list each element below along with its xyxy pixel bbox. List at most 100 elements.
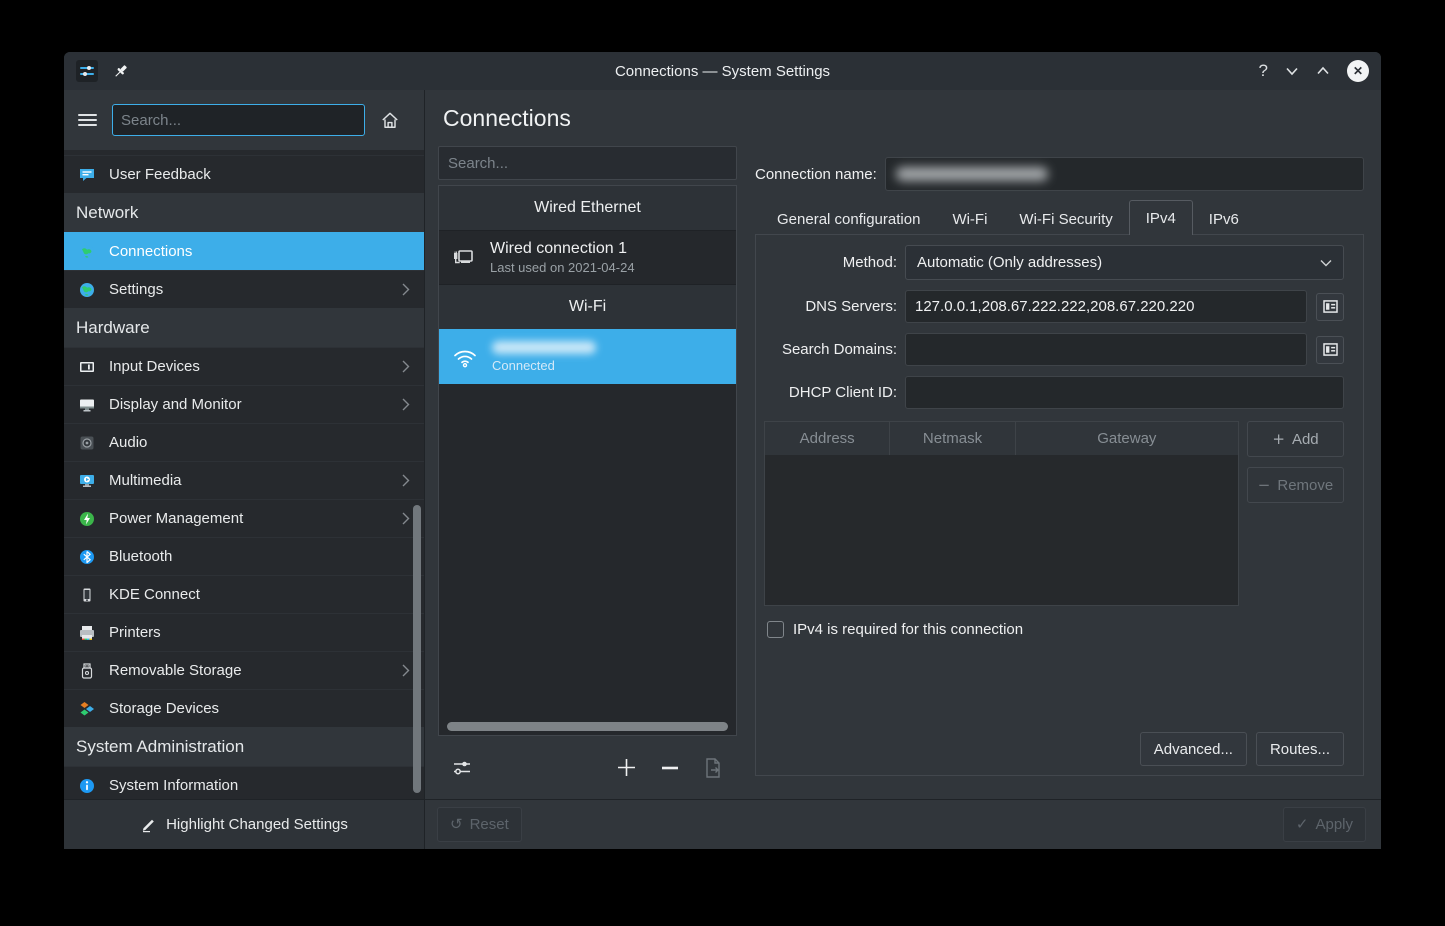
- addresses-table-body[interactable]: [765, 455, 1238, 605]
- sidebar-item-label: Display and Monitor: [109, 396, 389, 413]
- tab-ipv4[interactable]: IPv4: [1129, 200, 1193, 235]
- method-select[interactable]: Automatic (Only addresses): [905, 245, 1344, 280]
- globe-icon: [78, 243, 96, 261]
- checkbox-icon: [767, 621, 784, 638]
- sidebar-item-removable-storage[interactable]: Removable Storage: [64, 651, 424, 689]
- keyboard-icon: [78, 358, 96, 376]
- addresses-table: Address Netmask Gateway: [764, 421, 1239, 606]
- search-domains-input[interactable]: [905, 333, 1307, 366]
- app-icon: [76, 60, 98, 82]
- routes-button[interactable]: Routes...: [1256, 732, 1344, 766]
- tab-wifi-security[interactable]: Wi-Fi Security: [1003, 204, 1128, 235]
- dhcp-client-id-input[interactable]: [905, 376, 1344, 409]
- sidebar-item-connections[interactable]: Connections: [64, 232, 424, 270]
- sidebar-item-label: Bluetooth: [109, 548, 410, 565]
- configure-connection-button[interactable]: [452, 758, 472, 778]
- sidebar-item-system-information[interactable]: System Information: [64, 766, 424, 799]
- sidebar-item-multimedia[interactable]: Multimedia: [64, 461, 424, 499]
- column-address[interactable]: Address: [765, 422, 890, 455]
- highlight-changed-settings-label: Highlight Changed Settings: [166, 816, 348, 833]
- export-connection-button[interactable]: [703, 757, 723, 779]
- undo-icon: ↺: [450, 817, 463, 832]
- redacted-wifi-ssid: [492, 341, 596, 354]
- pin-icon[interactable]: [112, 63, 129, 80]
- home-icon[interactable]: [380, 110, 400, 130]
- sidebar-section-system-administration: System Administration: [64, 727, 424, 766]
- sidebar-scrollbar[interactable]: [413, 505, 421, 793]
- globe-icon: [78, 281, 96, 299]
- column-netmask[interactable]: Netmask: [890, 422, 1015, 455]
- tab-ipv6[interactable]: IPv6: [1193, 204, 1255, 235]
- sidebar-item-label: System Information: [109, 777, 410, 794]
- sidebar-item-kde-connect[interactable]: KDE Connect: [64, 575, 424, 613]
- titlebar[interactable]: Connections — System Settings ? ✕: [64, 52, 1381, 90]
- connection-item-wifi[interactable]: Connected: [439, 329, 736, 384]
- connection-editor: Connection name: General configuration W…: [755, 146, 1364, 799]
- remove-connection-button[interactable]: [661, 765, 679, 771]
- dns-servers-label: DNS Servers:: [764, 298, 897, 315]
- advanced-button[interactable]: Advanced...: [1140, 732, 1247, 766]
- list-horizontal-scrollbar[interactable]: [447, 722, 728, 731]
- dns-servers-input[interactable]: [905, 290, 1307, 323]
- sidebar-search-input[interactable]: [112, 104, 365, 136]
- connection-name-input[interactable]: [885, 157, 1364, 191]
- sidebar-item-label: Settings: [109, 281, 389, 298]
- sidebar-item-storage-devices[interactable]: Storage Devices: [64, 689, 424, 727]
- window-title: Connections — System Settings: [256, 63, 1189, 80]
- pencil-icon: [140, 816, 157, 833]
- storage-icon: [78, 700, 96, 718]
- system-settings-window: Connections — System Settings ? ✕: [64, 52, 1381, 849]
- ipv4-required-label: IPv4 is required for this connection: [793, 621, 1023, 638]
- sidebar-item-audio[interactable]: Audio: [64, 423, 424, 461]
- menu-icon[interactable]: [78, 114, 97, 126]
- chevron-right-icon: [402, 283, 410, 296]
- redacted-connection-name: [896, 167, 1048, 181]
- addresses-table-header: Address Netmask Gateway: [765, 422, 1238, 455]
- search-domains-edit-button[interactable]: [1316, 336, 1344, 364]
- reset-button[interactable]: ↺ Reset: [437, 807, 522, 842]
- connection-item-wired[interactable]: Wired connection 1 Last used on 2021-04-…: [439, 230, 736, 285]
- tab-general-configuration[interactable]: General configuration: [761, 204, 936, 235]
- sidebar-header: [64, 90, 424, 150]
- chevron-right-icon: [402, 664, 410, 677]
- apply-button[interactable]: ✓ Apply: [1283, 807, 1366, 842]
- connection-search-input[interactable]: [438, 146, 737, 180]
- dns-edit-button[interactable]: [1316, 293, 1344, 321]
- sidebar-item-label: Power Management: [109, 510, 389, 527]
- sidebar-item-power-management[interactable]: Power Management: [64, 499, 424, 537]
- search-domains-label: Search Domains:: [764, 341, 897, 358]
- minimize-button[interactable]: [1285, 66, 1299, 76]
- sidebar-item-label: Printers: [109, 624, 410, 641]
- help-button[interactable]: ?: [1259, 61, 1268, 81]
- dhcp-client-id-label: DHCP Client ID:: [764, 384, 897, 401]
- chevron-right-icon: [402, 512, 410, 525]
- sidebar-item-input-devices[interactable]: Input Devices: [64, 347, 424, 385]
- add-address-button[interactable]: + Add: [1247, 421, 1344, 457]
- highlight-changed-settings-button[interactable]: Highlight Changed Settings: [64, 799, 424, 849]
- usb-icon: [78, 662, 96, 680]
- ipv4-required-checkbox[interactable]: IPv4 is required for this connection: [764, 621, 1344, 638]
- content-area: Connections Wired Ethernet: [425, 90, 1381, 849]
- connection-list-panel: Wired Ethernet: [438, 146, 737, 799]
- remove-address-button[interactable]: − Remove: [1247, 467, 1344, 503]
- sidebar-item-display-and-monitor[interactable]: Display and Monitor: [64, 385, 424, 423]
- sidebar-item-settings[interactable]: Settings: [64, 270, 424, 308]
- sidebar-item-printers[interactable]: Printers: [64, 613, 424, 651]
- close-button[interactable]: ✕: [1347, 60, 1369, 82]
- sidebar-item-user-feedback[interactable]: User Feedback: [64, 155, 424, 193]
- connection-list-empty-area: [439, 384, 736, 735]
- sidebar-item-bluetooth[interactable]: Bluetooth: [64, 537, 424, 575]
- minus-icon: −: [1258, 478, 1271, 493]
- column-gateway[interactable]: Gateway: [1016, 422, 1238, 455]
- connection-subtitle: Connected: [492, 358, 596, 373]
- add-connection-button[interactable]: [616, 757, 637, 778]
- info-icon: [78, 777, 96, 795]
- maximize-button[interactable]: [1316, 66, 1330, 76]
- check-icon: ✓: [1296, 817, 1309, 832]
- desktop-background: Connections — System Settings ? ✕: [0, 0, 1445, 926]
- speaker-icon: [78, 434, 96, 452]
- phone-icon: [78, 586, 96, 604]
- multimedia-icon: [78, 472, 96, 490]
- tab-wifi[interactable]: Wi-Fi: [936, 204, 1003, 235]
- group-header-wired-ethernet: Wired Ethernet: [439, 186, 736, 230]
